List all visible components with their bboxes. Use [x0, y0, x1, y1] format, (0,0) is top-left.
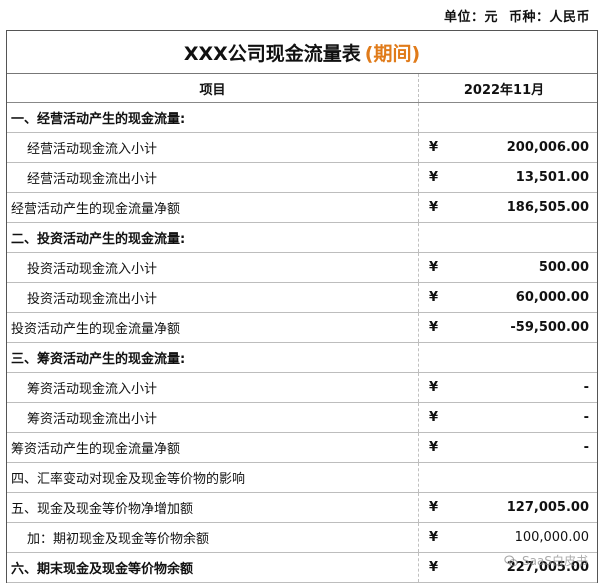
row-amount-cell[interactable]: ¥ -59,500.00 — [419, 313, 597, 342]
table-row[interactable]: 筹资活动产生的现金流量净额 ¥ - — [7, 433, 597, 463]
row-amount-cell[interactable]: ¥ 100,000.00 — [419, 523, 597, 552]
row-amount-cell[interactable]: ¥ 200,006.00 — [419, 133, 597, 162]
row-label: 加：期初现金及现金等价物余额 — [7, 523, 419, 552]
sheet-title-period: (期间) — [364, 42, 421, 65]
row-amount-cell[interactable] — [419, 103, 597, 132]
row-label: 投资活动现金流入小计 — [7, 253, 419, 282]
row-amount-cell[interactable] — [419, 463, 597, 492]
row-amount: 500.00 — [538, 260, 589, 275]
row-label: 六、期末现金及现金等价物余额 — [7, 553, 419, 582]
row-amount-cell[interactable] — [419, 343, 597, 372]
table-row[interactable]: 一、经营活动产生的现金流量: — [7, 103, 597, 133]
wechat-icon — [504, 554, 518, 566]
row-label: 五、现金及现金等价物净增加额 — [7, 493, 419, 522]
row-label: 一、经营活动产生的现金流量: — [7, 103, 419, 132]
currency-symbol: ¥ — [429, 170, 439, 185]
sheet-title-main: XXX公司现金流量表 — [183, 42, 361, 65]
table-row[interactable]: 五、现金及现金等价物净增加额 ¥ 127,005.00 — [7, 493, 597, 523]
row-amount: - — [583, 440, 589, 455]
row-label: 三、筹资活动产生的现金流量: — [7, 343, 419, 372]
table-row[interactable]: 加：期初现金及现金等价物余额 ¥ 100,000.00 — [7, 523, 597, 553]
row-label: 筹资活动产生的现金流量净额 — [7, 433, 419, 462]
row-amount-cell[interactable]: ¥ 500.00 — [419, 253, 597, 282]
table-row[interactable]: 筹资活动现金流入小计 ¥ - — [7, 373, 597, 403]
row-amount: 100,000.00 — [514, 530, 589, 545]
row-amount: 60,000.00 — [515, 290, 589, 305]
unit-line: 单位：元 币种：人民币 — [438, 6, 590, 25]
row-label: 经营活动现金流入小计 — [7, 133, 419, 162]
row-amount: 186,505.00 — [506, 200, 589, 215]
row-label: 二、投资活动产生的现金流量: — [7, 223, 419, 252]
row-amount-cell[interactable]: ¥ 60,000.00 — [419, 283, 597, 312]
currency-label: 币种：人民币 — [508, 10, 590, 25]
row-label: 经营活动现金流出小计 — [7, 163, 419, 192]
table-row[interactable]: 投资活动产生的现金流量净额 ¥ -59,500.00 — [7, 313, 597, 343]
currency-symbol: ¥ — [429, 500, 439, 515]
row-label: 筹资活动现金流入小计 — [7, 373, 419, 402]
row-amount-cell[interactable]: ¥ 127,005.00 — [419, 493, 597, 522]
table-row[interactable]: 三、筹资活动产生的现金流量: — [7, 343, 597, 373]
currency-symbol: ¥ — [429, 380, 439, 395]
table-row[interactable]: 经营活动现金流出小计 ¥ 13,501.00 — [7, 163, 597, 193]
watermark-text: SaaS白皮书 — [522, 554, 588, 568]
row-amount-cell[interactable]: ¥ 186,505.00 — [419, 193, 597, 222]
table-row[interactable]: 筹资活动现金流出小计 ¥ - — [7, 403, 597, 433]
table-row[interactable]: 经营活动现金流入小计 ¥ 200,006.00 — [7, 133, 597, 163]
row-amount-cell[interactable]: ¥ - — [419, 403, 597, 432]
table-row[interactable]: 投资活动现金流入小计 ¥ 500.00 — [7, 253, 597, 283]
row-amount-cell[interactable]: ¥ - — [419, 373, 597, 402]
sheet-title: XXX公司现金流量表 (期间) — [7, 31, 597, 74]
header-period: 2022年11月 — [463, 82, 545, 98]
cash-flow-sheet: XXX公司现金流量表 (期间) 项目 2022年11月 一、经营活动产生的现金流… — [6, 30, 598, 583]
table-row[interactable]: 四、汇率变动对现金及现金等价物的影响 — [7, 463, 597, 493]
row-amount-cell[interactable]: ¥ - — [419, 433, 597, 462]
row-amount: -59,500.00 — [510, 320, 589, 335]
unit-label: 单位：元 — [443, 10, 498, 25]
watermark: SaaS白皮书 — [504, 552, 588, 569]
currency-symbol: ¥ — [429, 290, 439, 305]
table-header-row: 项目 2022年11月 — [7, 74, 597, 103]
row-label: 经营活动产生的现金流量净额 — [7, 193, 419, 222]
currency-symbol: ¥ — [429, 530, 439, 545]
table-row[interactable]: 二、投资活动产生的现金流量: — [7, 223, 597, 253]
row-amount: - — [583, 380, 589, 395]
row-amount-cell[interactable] — [419, 223, 597, 252]
currency-symbol: ¥ — [429, 440, 439, 455]
row-label: 筹资活动现金流出小计 — [7, 403, 419, 432]
header-item: 项目 — [7, 74, 419, 102]
currency-symbol: ¥ — [429, 200, 439, 215]
currency-symbol: ¥ — [429, 320, 439, 335]
row-label: 投资活动现金流出小计 — [7, 283, 419, 312]
table-row[interactable]: 投资活动现金流出小计 ¥ 60,000.00 — [7, 283, 597, 313]
row-label: 四、汇率变动对现金及现金等价物的影响 — [7, 463, 419, 492]
row-label: 投资活动产生的现金流量净额 — [7, 313, 419, 342]
currency-symbol: ¥ — [429, 140, 439, 155]
row-amount: 127,005.00 — [506, 500, 589, 515]
row-amount: 200,006.00 — [506, 140, 589, 155]
currency-symbol: ¥ — [429, 260, 439, 275]
row-amount-cell[interactable]: ¥ 13,501.00 — [419, 163, 597, 192]
table-row[interactable]: 经营活动产生的现金流量净额 ¥ 186,505.00 — [7, 193, 597, 223]
currency-symbol: ¥ — [429, 560, 439, 575]
row-amount: 13,501.00 — [515, 170, 589, 185]
row-amount: - — [583, 410, 589, 425]
currency-symbol: ¥ — [429, 410, 439, 425]
